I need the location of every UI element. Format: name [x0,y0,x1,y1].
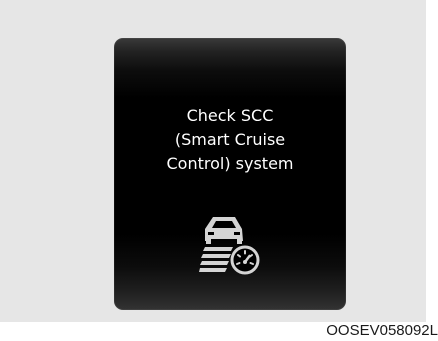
cluster-warning-screen: Check SCC (Smart Cruise Control) system [114,38,346,310]
scc-warning-icon [199,217,260,275]
cluster-display-background: Check SCC (Smart Cruise Control) system [0,0,426,322]
warning-message-line-3: Control) system [166,154,294,173]
warning-message: Check SCC (Smart Cruise Control) system [114,104,346,176]
warning-message-line-1: Check SCC [186,106,274,125]
figure-code-caption: OOSEV058092L [326,322,438,339]
warning-message-line-2: (Smart Cruise [174,130,286,149]
